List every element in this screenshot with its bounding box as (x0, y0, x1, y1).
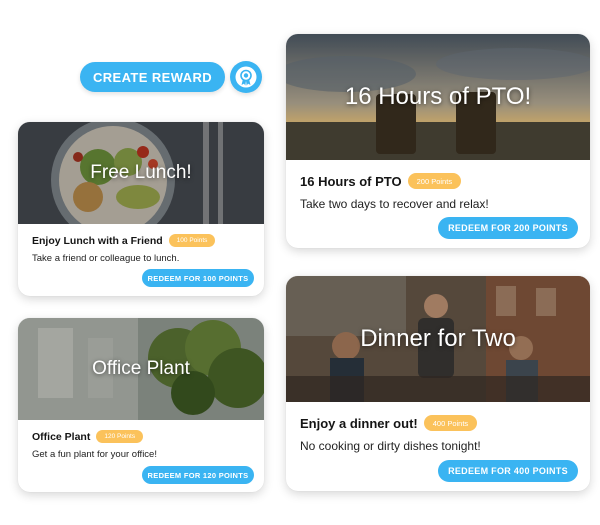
reward-name: Office Plant (32, 430, 91, 443)
reward-hero-title: 16 Hours of PTO! (344, 83, 532, 110)
reward-name: 16 Hours of PTO (300, 173, 402, 189)
reward-hero-image: Dinner for Two (286, 276, 590, 402)
reward-hero-image: Office Plant (18, 318, 264, 420)
reward-name: Enjoy a dinner out! (300, 415, 418, 431)
points-badge: 400 Points (423, 415, 478, 431)
points-badge: 200 Points (407, 173, 462, 189)
points-badge: 100 Points (168, 234, 216, 247)
reward-name: Enjoy Lunch with a Friend (32, 234, 163, 247)
reward-description: Take two days to recover and relax! (300, 197, 489, 211)
reward-description: No cooking or dirty dishes tonight! (300, 439, 481, 453)
reward-hero-title: Office Plant (92, 358, 190, 379)
reward-hero-image: 16 Hours of PTO! (286, 34, 590, 160)
reward-hero-image: Free Lunch! (18, 122, 264, 224)
redeem-button[interactable]: REDEEM FOR 120 POINTS (142, 466, 254, 484)
redeem-button[interactable]: REDEEM FOR 200 POINTS (438, 217, 578, 239)
redeem-button[interactable]: REDEEM FOR 400 POINTS (438, 460, 578, 482)
reward-card-pto: 16 Hours of PTO! 16 Hours of PTO 200 Poi… (286, 34, 590, 248)
reward-card-plant: Office Plant Office Plant 120 Points Get… (18, 318, 264, 492)
points-badge: 120 Points (96, 430, 144, 443)
reward-card-lunch: Free Lunch! Enjoy Lunch with a Friend 10… (18, 122, 264, 296)
reward-description: Get a fun plant for your office! (32, 449, 157, 460)
redeem-button[interactable]: REDEEM FOR 100 POINTS (142, 269, 254, 287)
create-reward-button[interactable]: CREATE REWARD (80, 62, 225, 92)
reward-description: Take a friend or colleague to lunch. (32, 253, 180, 264)
reward-card-dinner: Dinner for Two Enjoy a dinner out! 400 P… (286, 276, 590, 491)
reward-hero-title: Dinner for Two (360, 325, 516, 352)
award-ribbon-icon[interactable] (230, 61, 262, 93)
reward-hero-title: Free Lunch! (90, 162, 192, 183)
